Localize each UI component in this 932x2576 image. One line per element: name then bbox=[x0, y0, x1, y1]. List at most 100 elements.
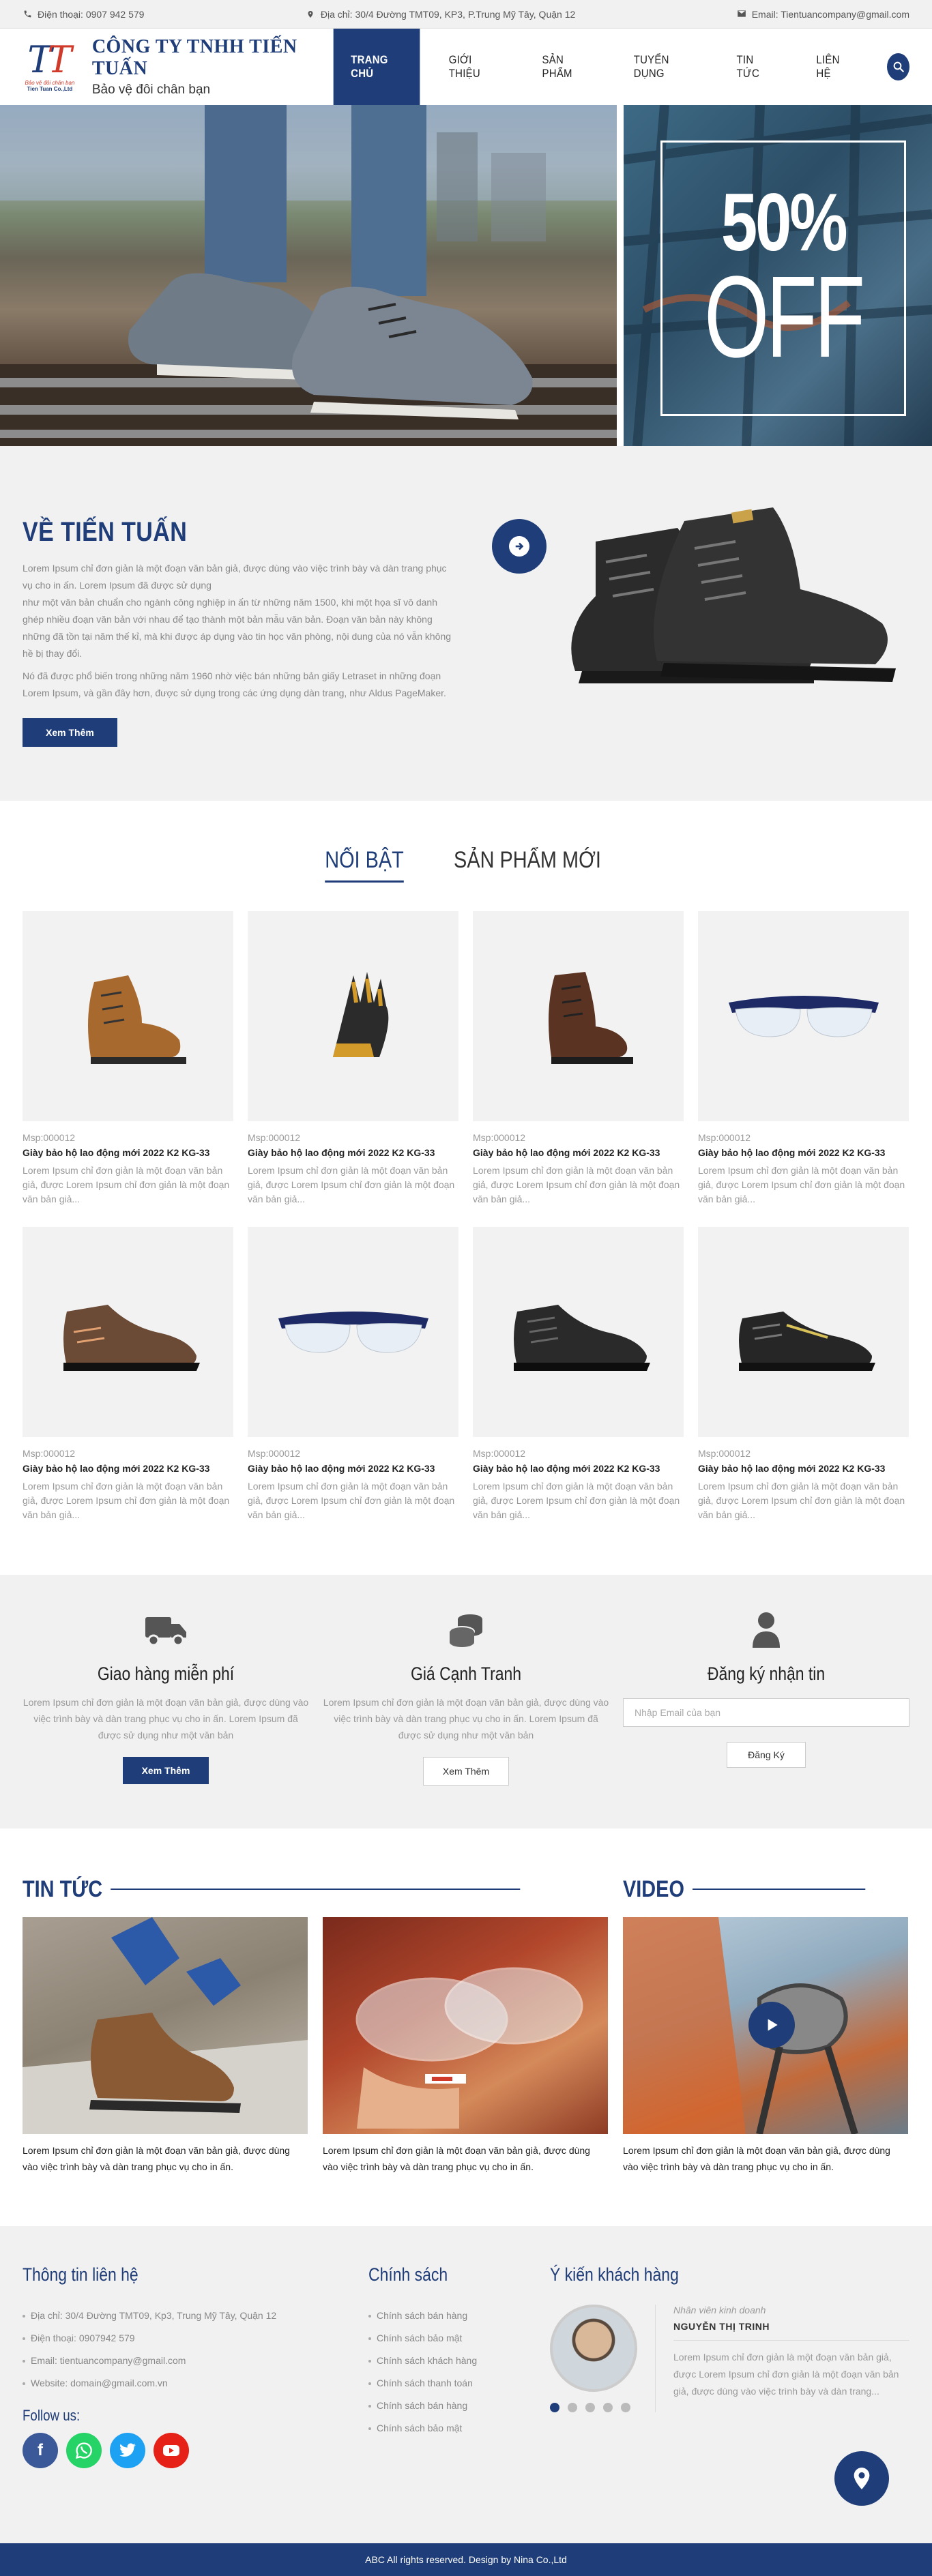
product-name[interactable]: Giày bảo hộ lao động mới 2022 K2 KG-33 bbox=[473, 1147, 684, 1158]
nav-products[interactable]: SẢN PHẨM bbox=[525, 29, 605, 105]
play-icon bbox=[768, 2019, 778, 2031]
about-text: VỀ TIẾN TUẤN Lorem Ipsum chỉ đơn giản là… bbox=[23, 446, 459, 801]
tab-new-products[interactable]: SẢN PHẨM MỚI bbox=[454, 847, 601, 883]
news-thumbnail[interactable] bbox=[323, 1917, 608, 2134]
subscribe-button[interactable]: Đăng Ký bbox=[727, 1742, 806, 1768]
work-boots-photo bbox=[571, 507, 896, 683]
subscribe-email-input[interactable] bbox=[623, 1698, 909, 1727]
carousel-dot[interactable] bbox=[568, 2403, 577, 2412]
about-arrow-button[interactable] bbox=[492, 519, 547, 574]
topbar-email[interactable]: Email: Tientuancompany@gmail.com bbox=[737, 9, 909, 20]
carousel-dot[interactable] bbox=[550, 2403, 559, 2412]
product-card[interactable]: Msp:000012 Giày bảo hộ lao động mới 2022… bbox=[698, 911, 909, 1206]
product-card[interactable]: Msp:000012 Giày bảo hộ lao động mới 2022… bbox=[248, 1227, 458, 1522]
product-card[interactable]: Msp:000012 Giày bảo hộ lao động mới 2022… bbox=[473, 911, 684, 1206]
topbar-phone[interactable]: Điện thoại: 0907 942 579 bbox=[23, 9, 144, 20]
nav-home[interactable]: TRANG CHỦ bbox=[333, 29, 420, 105]
news-item[interactable]: Lorem Ipsum chỉ đơn giản là một đoạn văn… bbox=[323, 1909, 608, 2175]
facebook-icon[interactable]: f bbox=[23, 2433, 58, 2468]
product-card[interactable]: Msp:000012 Giày bảo hộ lao động mới 2022… bbox=[23, 911, 233, 1206]
play-button[interactable] bbox=[748, 2002, 795, 2048]
product-code: Msp:000012 bbox=[698, 1448, 751, 1459]
carousel-dot[interactable] bbox=[603, 2403, 613, 2412]
policy-link[interactable]: Chính sách bán hàng bbox=[368, 2395, 550, 2417]
nav-about[interactable]: GIỚI THIỆU bbox=[431, 29, 513, 105]
top-bar: Điện thoại: 0907 942 579 Địa chỉ: 30/4 Đ… bbox=[0, 0, 932, 29]
footer-email[interactable]: Email: tientuancompany@gmail.com bbox=[23, 2350, 368, 2372]
news-thumbnail[interactable] bbox=[23, 1917, 308, 2134]
product-grid: Msp:000012 Giày bảo hộ lao động mới 2022… bbox=[23, 911, 909, 1522]
footer-phone[interactable]: Điện thoại: 0907942 579 bbox=[23, 2327, 368, 2350]
social-links: f bbox=[23, 2433, 368, 2468]
hero-sale-banner[interactable]: 50% OFF bbox=[624, 105, 932, 446]
product-image[interactable] bbox=[23, 1227, 233, 1437]
policy-link[interactable]: Chính sách bảo mật bbox=[368, 2327, 550, 2350]
service-price-button[interactable]: Xem Thêm bbox=[422, 1757, 510, 1786]
product-card[interactable]: Msp:000012 Giày bảo hộ lao động mới 2022… bbox=[248, 911, 458, 1206]
about-paragraph-3: Nó đã được phổ biến trong những năm 1960… bbox=[23, 670, 446, 698]
service-price-desc: Lorem Ipsum chỉ đơn giản là một đoạn văn… bbox=[323, 1697, 609, 1741]
news-title-text: TIN TỨC bbox=[23, 1876, 103, 1902]
product-name[interactable]: Giày bảo hộ lao động mới 2022 K2 KG-33 bbox=[248, 1463, 458, 1474]
about-paragraph-2: như một văn bản chuẩn cho ngành công ngh… bbox=[23, 597, 452, 659]
service-shipping-button[interactable]: Xem Thêm bbox=[122, 1757, 209, 1784]
map-floating-button[interactable] bbox=[834, 2451, 889, 2506]
user-icon bbox=[623, 1610, 909, 1650]
sale-off-text: OFF bbox=[704, 252, 865, 382]
product-name[interactable]: Giày bảo hộ lao động mới 2022 K2 KG-33 bbox=[23, 1147, 233, 1158]
product-card[interactable]: Msp:000012 Giày bảo hộ lao động mới 2022… bbox=[698, 1227, 909, 1522]
sport-safety-shoe-image bbox=[738, 1312, 875, 1371]
product-image[interactable] bbox=[248, 911, 458, 1121]
video-header: VIDEO bbox=[623, 1869, 908, 1909]
nav-news[interactable]: TIN TỨC bbox=[719, 29, 789, 105]
nav-contact[interactable]: LIÊN HỆ bbox=[799, 29, 868, 105]
hero-image-boots[interactable] bbox=[0, 105, 617, 446]
testimonial-quote: Nhân viên kinh doanh NGUYỄN THỊ TRINH Lo… bbox=[655, 2305, 909, 2412]
policy-link[interactable]: Chính sách khách hàng bbox=[368, 2350, 550, 2372]
product-card[interactable]: Msp:000012 Giày bảo hộ lao động mới 2022… bbox=[473, 1227, 684, 1522]
product-name[interactable]: Giày bảo hộ lao động mới 2022 K2 KG-33 bbox=[698, 1463, 909, 1474]
arrow-right-icon bbox=[509, 536, 529, 557]
product-image[interactable] bbox=[698, 1227, 909, 1437]
bullet-icon bbox=[23, 2314, 25, 2318]
carousel-dot[interactable] bbox=[621, 2403, 630, 2412]
product-image[interactable] bbox=[23, 911, 233, 1121]
product-image[interactable] bbox=[473, 1227, 684, 1437]
policy-link-text: Chính sách bảo mật bbox=[377, 2423, 463, 2433]
policy-link[interactable]: Chính sách bán hàng bbox=[368, 2305, 550, 2327]
product-image[interactable] bbox=[698, 911, 909, 1121]
product-name[interactable]: Giày bảo hộ lao động mới 2022 K2 KG-33 bbox=[23, 1463, 233, 1474]
twitter-icon[interactable] bbox=[110, 2433, 145, 2468]
news-title: TIN TỨC bbox=[23, 1876, 521, 1903]
footer-policy-title: Chính sách bbox=[368, 2264, 448, 2285]
service-shipping-title: Giao hàng miễn phí bbox=[97, 1663, 235, 1684]
policy-link[interactable]: Chính sách thanh toán bbox=[368, 2372, 550, 2395]
carousel-dot[interactable] bbox=[585, 2403, 595, 2412]
logo[interactable]: TT Bảo vệ đôi chân bạn Tien Tuan Co.,Ltd… bbox=[23, 35, 327, 98]
tab-featured[interactable]: NỔI BẬT bbox=[325, 847, 404, 883]
product-code: Msp:000012 bbox=[248, 1132, 301, 1143]
video-thumbnail[interactable] bbox=[623, 1917, 908, 2134]
search-button[interactable] bbox=[887, 53, 909, 80]
product-desc: Lorem Ipsum chỉ đơn giản là một đoạn văn… bbox=[23, 1165, 230, 1204]
policy-link[interactable]: Chính sách bảo mật bbox=[368, 2417, 550, 2440]
whatsapp-icon[interactable] bbox=[66, 2433, 102, 2468]
product-card[interactable]: Msp:000012 Giày bảo hộ lao động mới 2022… bbox=[23, 1227, 233, 1522]
company-tagline: Bảo vệ đôi chân bạn bbox=[91, 83, 211, 97]
testimonial-text: Lorem Ipsum chỉ đơn giản là một đoạn văn… bbox=[673, 2352, 899, 2397]
nav-recruitment[interactable]: TUYỂN DỤNG bbox=[616, 29, 708, 105]
product-name[interactable]: Giày bảo hộ lao động mới 2022 K2 KG-33 bbox=[473, 1463, 684, 1474]
product-name[interactable]: Giày bảo hộ lao động mới 2022 K2 KG-33 bbox=[248, 1147, 458, 1158]
product-image[interactable] bbox=[473, 911, 684, 1121]
news-item[interactable]: Lorem Ipsum chỉ đơn giản là một đoạn văn… bbox=[23, 1909, 308, 2175]
services-section: Giao hàng miễn phí Lorem Ipsum chỉ đơn g… bbox=[0, 1575, 932, 1829]
about-read-more-button[interactable]: Xem Thêm bbox=[23, 718, 117, 747]
youtube-icon[interactable] bbox=[154, 2433, 189, 2468]
product-image[interactable] bbox=[248, 1227, 458, 1437]
product-code: Msp:000012 bbox=[248, 1448, 301, 1459]
footer-phone-text: Điện thoại: 0907942 579 bbox=[31, 2333, 135, 2343]
testimonial-dots bbox=[550, 2403, 637, 2412]
footer-policy-list: Chính sách bán hàng Chính sách bảo mật C… bbox=[368, 2305, 550, 2440]
product-name[interactable]: Giày bảo hộ lao động mới 2022 K2 KG-33 bbox=[698, 1147, 909, 1158]
footer-website[interactable]: Website: domain@gmail.com.vn bbox=[23, 2372, 368, 2395]
